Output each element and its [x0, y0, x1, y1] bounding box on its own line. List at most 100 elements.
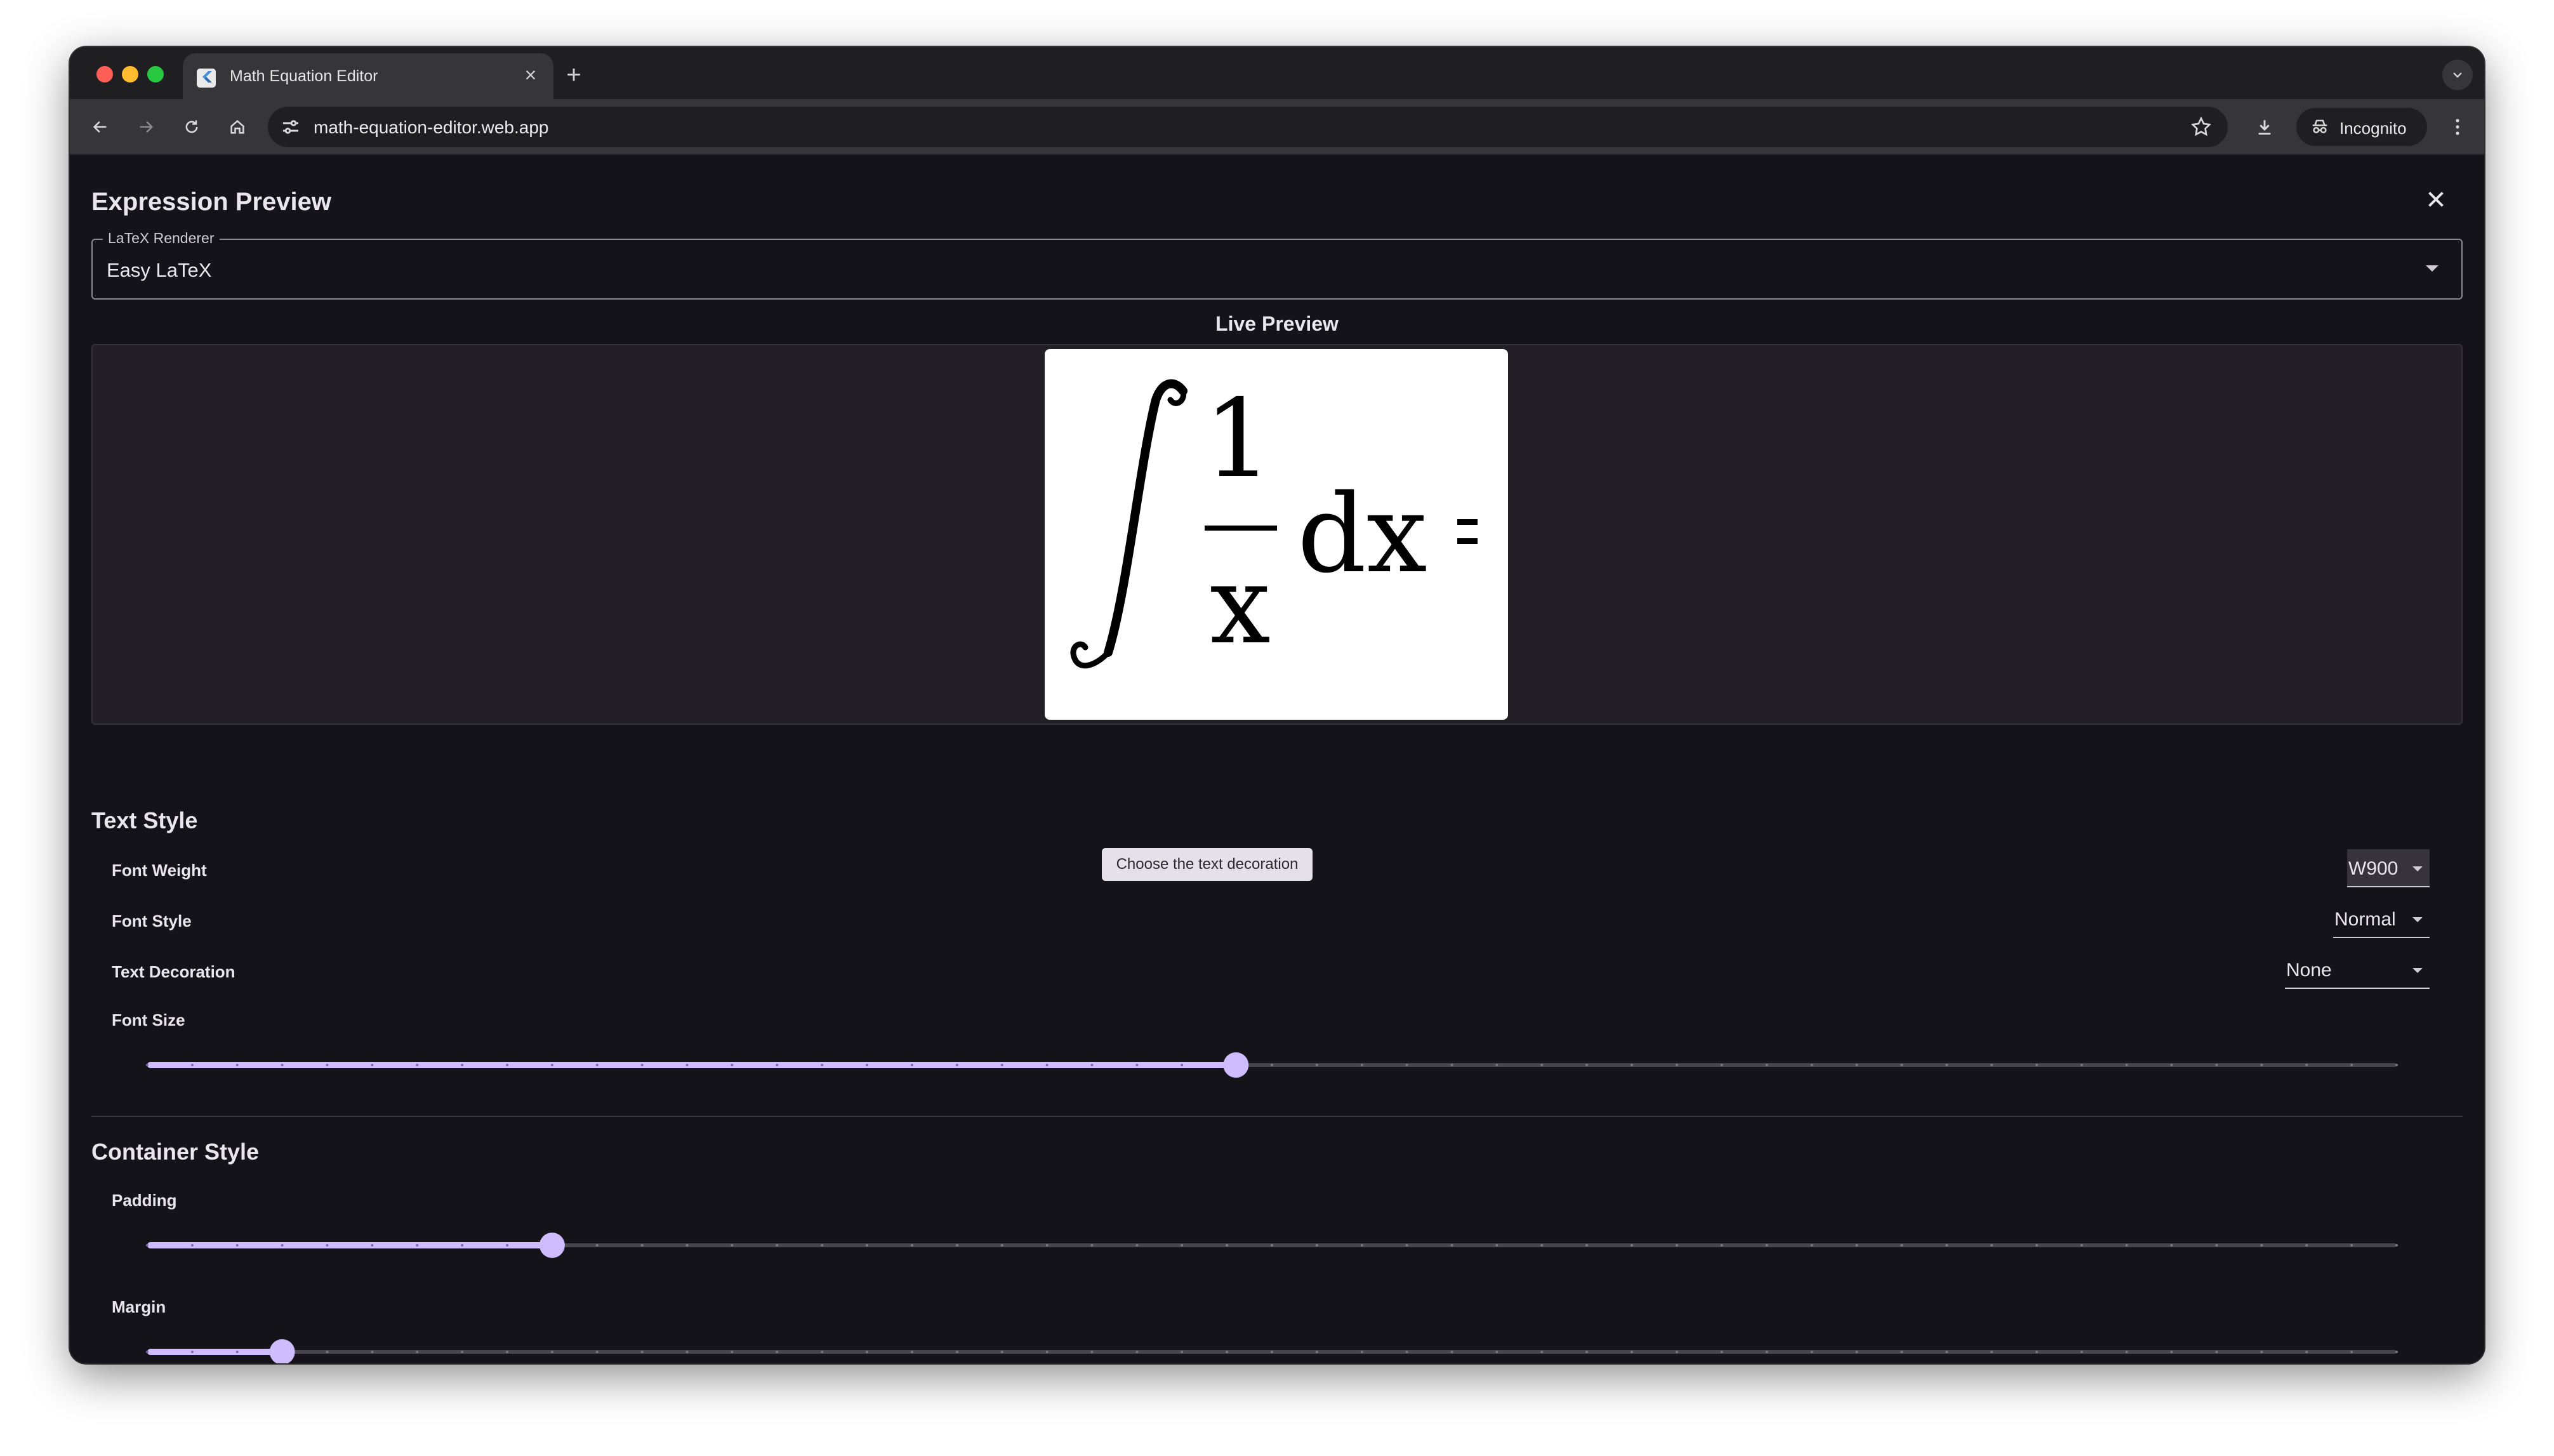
slider-tick — [1090, 1064, 1094, 1066]
slider-tick — [1000, 1244, 1003, 1247]
text-decoration-value: None — [2286, 960, 2332, 981]
window-minimize-button[interactable] — [122, 66, 138, 83]
margin-slider[interactable] — [142, 1337, 2402, 1363]
kebab-menu-icon[interactable] — [2445, 110, 2470, 143]
padding-slider[interactable] — [142, 1230, 2402, 1261]
slider-tick — [235, 1244, 239, 1247]
close-icon[interactable] — [2421, 184, 2451, 215]
slider-tick — [2035, 1064, 2038, 1066]
slider-tick — [1765, 1351, 1768, 1353]
slider-tick — [235, 1064, 239, 1066]
slider-tick — [146, 1351, 149, 1353]
forward-arrow-icon[interactable] — [129, 110, 162, 143]
reload-icon[interactable] — [175, 110, 208, 143]
slider-tick — [731, 1064, 734, 1066]
slider-tick — [1000, 1064, 1003, 1066]
slider-tick — [1450, 1064, 1453, 1066]
slider-tick — [1810, 1244, 1813, 1247]
slider-tick — [416, 1244, 419, 1247]
slider-tick — [866, 1064, 869, 1066]
slider-tick — [1720, 1351, 1723, 1353]
font-weight-dropdown[interactable]: W900 — [2347, 849, 2430, 887]
new-tab-icon[interactable]: + — [560, 61, 588, 89]
slider-tick — [326, 1244, 329, 1247]
slider-tick — [1360, 1064, 1363, 1066]
slider-tick — [1000, 1351, 1003, 1353]
slider-tick — [1181, 1244, 1184, 1247]
slider-tick — [1045, 1244, 1049, 1247]
bookmark-star-icon[interactable] — [2190, 116, 2213, 138]
slider-tick — [2395, 1351, 2398, 1353]
slider-tick — [1226, 1351, 1229, 1353]
slider-track[interactable] — [142, 1050, 2402, 1080]
slider-tick — [866, 1351, 869, 1353]
slider-tick — [1585, 1064, 1589, 1066]
slider-tick — [2170, 1351, 2173, 1353]
slider-tick — [2350, 1064, 2353, 1066]
slider-tick — [1045, 1351, 1049, 1353]
caret-down-icon — [2412, 866, 2423, 871]
flutter-favicon-icon — [197, 69, 216, 88]
slider-thumb[interactable] — [539, 1233, 565, 1258]
slider-tick — [1405, 1351, 1408, 1353]
slider-tick — [910, 1244, 913, 1247]
slider-tick — [1631, 1064, 1634, 1066]
window-zoom-button[interactable] — [147, 66, 164, 83]
tab-title: Math Equation Editor — [230, 67, 378, 85]
text-decoration-dropdown[interactable]: None — [2285, 951, 2430, 989]
slider-tick — [1540, 1351, 1544, 1353]
slider-tick — [731, 1351, 734, 1353]
font-style-value: Normal — [2334, 909, 2396, 930]
slider-tick — [1765, 1244, 1768, 1247]
slider-tick — [1990, 1064, 1994, 1066]
download-icon[interactable] — [2248, 110, 2281, 143]
slider-track[interactable] — [142, 1337, 2402, 1363]
slider-tick — [1135, 1351, 1139, 1353]
back-arrow-icon[interactable] — [84, 110, 117, 143]
url-text[interactable]: math-equation-editor.web.app — [314, 117, 548, 138]
slider-tick — [1945, 1244, 1949, 1247]
window-close-button[interactable] — [96, 66, 113, 83]
slider-thumb[interactable] — [269, 1339, 295, 1363]
slider-tick — [1405, 1064, 1408, 1066]
slider-tick — [595, 1064, 599, 1066]
site-settings-icon[interactable] — [279, 116, 302, 138]
slider-tick — [506, 1244, 509, 1247]
slider-tick — [640, 1064, 644, 1066]
font-weight-value: W900 — [2348, 858, 2399, 879]
home-icon[interactable] — [221, 110, 254, 143]
slider-tick — [955, 1064, 958, 1066]
latex-renderer-select[interactable]: LaTeX Renderer Easy LaTeX — [91, 230, 2463, 300]
address-bar[interactable]: math-equation-editor.web.app — [268, 107, 2228, 147]
tab-search-chevron-icon[interactable] — [2442, 60, 2473, 90]
slider-tick — [1900, 1064, 1903, 1066]
slider-tick — [776, 1064, 779, 1066]
slider-tick — [190, 1244, 194, 1247]
caret-down-icon — [2426, 265, 2438, 272]
slider-tick — [776, 1244, 779, 1247]
slider-tick — [2035, 1351, 2038, 1353]
browser-tab[interactable]: Math Equation Editor × — [183, 53, 553, 99]
tab-close-icon[interactable]: × — [519, 63, 542, 86]
slider-tick — [1226, 1244, 1229, 1247]
slider-tick — [2125, 1244, 2128, 1247]
slider-thumb[interactable] — [1223, 1052, 1249, 1078]
font-size-slider[interactable] — [142, 1050, 2402, 1080]
incognito-badge[interactable]: Incognito — [2296, 108, 2427, 146]
slider-tick — [2035, 1244, 2038, 1247]
slider-tick — [1990, 1244, 1994, 1247]
slider-tick — [821, 1351, 824, 1353]
slider-tick — [2395, 1244, 2398, 1247]
slider-tick — [1271, 1244, 1273, 1247]
slider-tick — [1045, 1064, 1049, 1066]
slider-tick — [416, 1064, 419, 1066]
latex-renderer-label: LaTeX Renderer — [103, 230, 220, 247]
slider-track[interactable] — [142, 1230, 2402, 1261]
slider-tick — [955, 1351, 958, 1353]
container-style-title: Container Style — [91, 1139, 260, 1165]
slider-tick — [1450, 1351, 1453, 1353]
equation-render: 1 x dx — [1070, 376, 1478, 669]
tab-strip: Math Equation Editor × + — [70, 47, 2484, 99]
slider-active-track — [147, 1242, 552, 1248]
font-style-dropdown[interactable]: Normal — [2333, 900, 2430, 938]
